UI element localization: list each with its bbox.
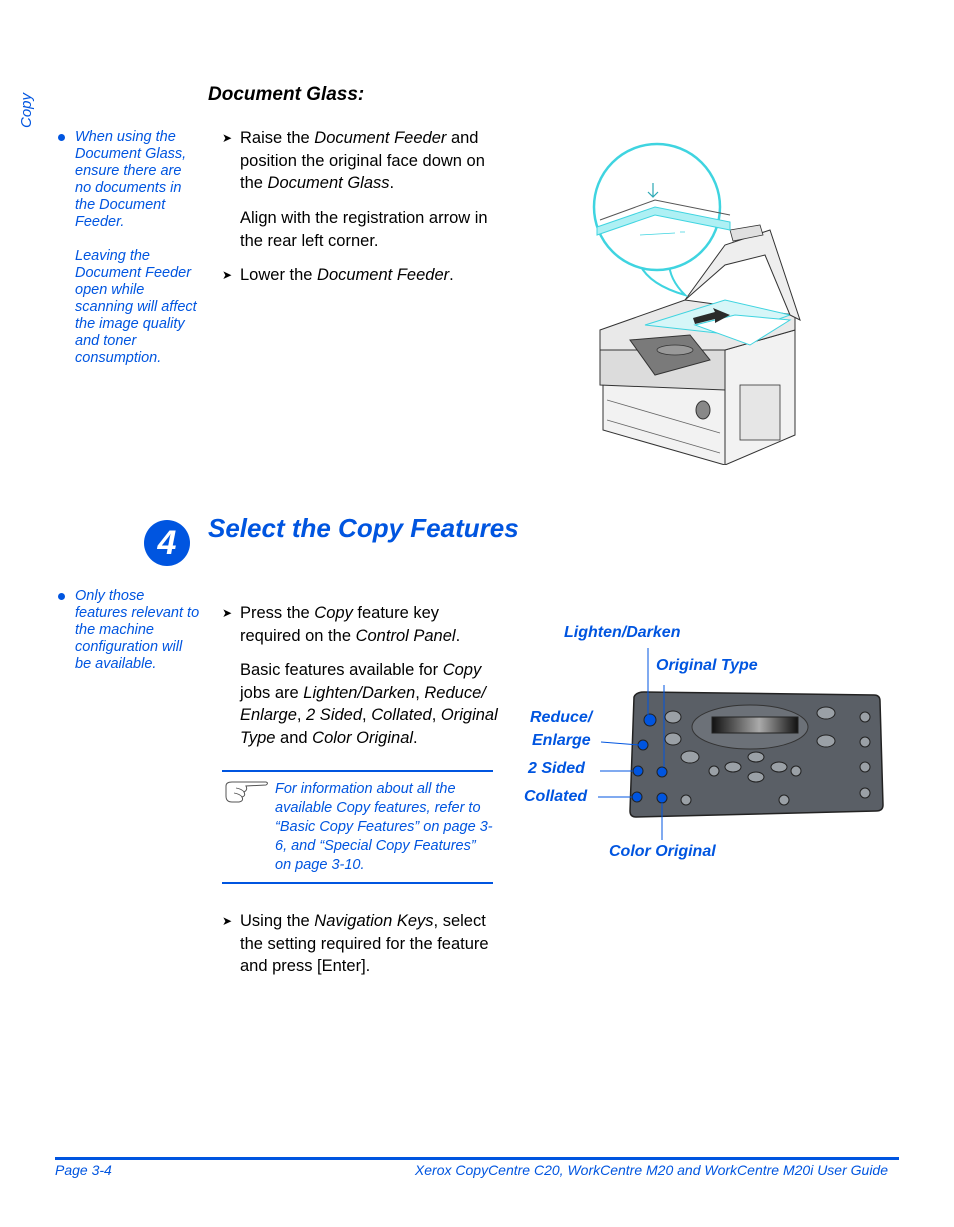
- note-paragraph: Only those features relevant to the mach…: [75, 588, 200, 672]
- callout-lighten-darken: Lighten/Darken: [564, 624, 681, 641]
- callout-color-original: Color Original: [609, 843, 716, 860]
- step-lower-feeder: ➤ Lower the Document Feeder.: [222, 264, 502, 287]
- step-number-badge: 4: [144, 520, 190, 566]
- section-title: Select the Copy Features: [208, 513, 519, 543]
- control-panel-illustration: [598, 648, 884, 840]
- copier-illustration: [592, 142, 801, 465]
- callout-collated: Collated: [524, 788, 588, 805]
- tip-box: For information about all the available …: [222, 770, 493, 884]
- document-glass-note: When using the Document Glass, ensure th…: [58, 129, 200, 367]
- pointing-hand-icon: [225, 781, 268, 803]
- chapter-tab: Copy: [18, 82, 38, 132]
- footer-guide-title: Xerox CopyCentre C20, WorkCentre M20 and…: [414, 1162, 888, 1178]
- callout-reduce-enlarge-line1: Reduce/: [530, 709, 593, 726]
- step-align-arrow: Align with the registration arrow in the…: [240, 209, 488, 250]
- step-arrow-icon: ➤: [222, 606, 233, 620]
- footer-rule: [55, 1157, 899, 1160]
- footer-page-number: Page 3-4: [55, 1162, 112, 1178]
- bullet-icon: [58, 593, 65, 600]
- tip-text: For information about all the available …: [275, 781, 493, 873]
- note-paragraph: Leaving the Document Feeder open while s…: [75, 248, 197, 366]
- basic-features-text: Basic features available for Copy jobs a…: [240, 661, 498, 747]
- step-press-copy: ➤ Press the Copy feature key required on…: [222, 604, 461, 645]
- step-arrow-icon: ➤: [222, 131, 233, 145]
- step-navigation-keys: ➤ Using the Navigation Keys, select the …: [222, 912, 489, 975]
- bullet-icon: [58, 134, 65, 141]
- document-glass-heading: Document Glass:: [208, 84, 365, 105]
- note-paragraph: When using the Document Glass, ensure th…: [75, 129, 187, 230]
- step-arrow-icon: ➤: [222, 914, 233, 928]
- step-raise-feeder: ➤ Raise the Document Feeder and position…: [222, 129, 485, 192]
- step-arrow-icon: ➤: [222, 268, 233, 282]
- chapter-tab-label: Copy: [18, 92, 35, 128]
- callout-2-sided: 2 Sided: [528, 760, 585, 777]
- callout-reduce-enlarge-line2: Enlarge: [532, 732, 591, 749]
- features-note: Only those features relevant to the mach…: [58, 588, 200, 673]
